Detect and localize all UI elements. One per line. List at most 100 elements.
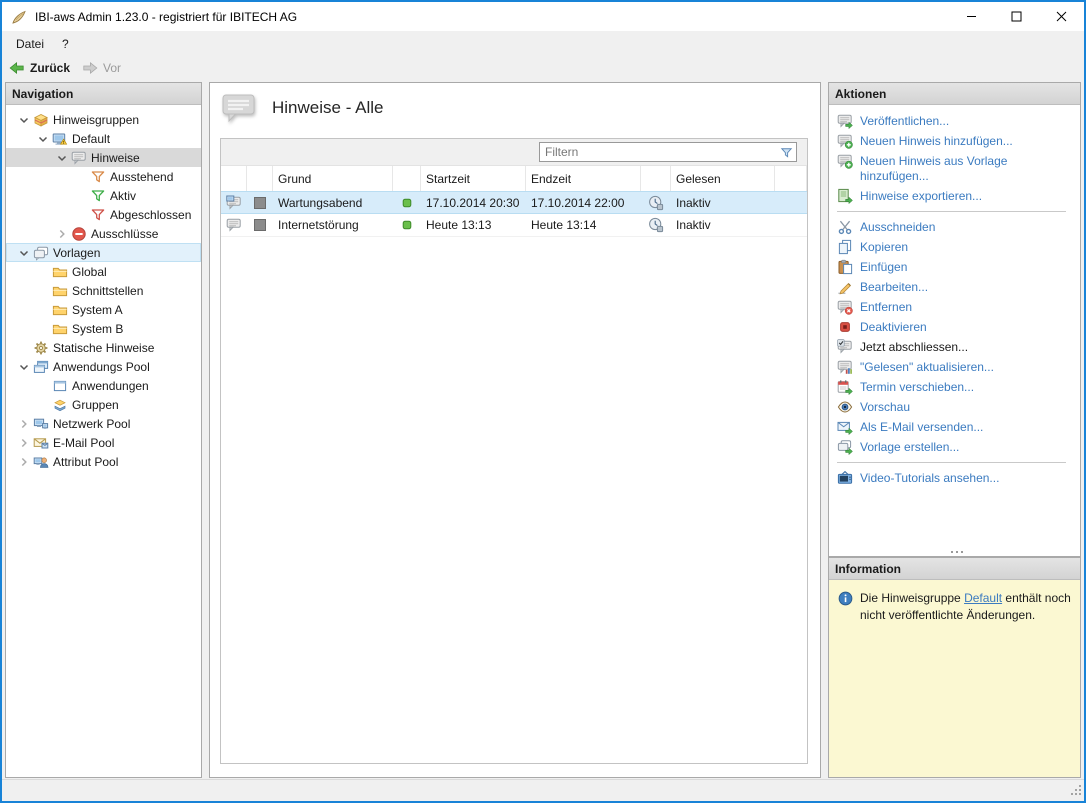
- tree-item-label: E-Mail Pool: [53, 436, 118, 450]
- action-label: Jetzt abschliessen...: [860, 340, 968, 355]
- tree-item-statische-hinweise[interactable]: Statische Hinweise: [6, 338, 201, 357]
- paste-icon: [837, 259, 853, 275]
- tree-item-netzwerk-pool[interactable]: Netzwerk Pool: [6, 414, 201, 433]
- chevron-down-icon: [16, 112, 32, 128]
- table-row[interactable]: Wartungsabend17.10.2014 20:3017.10.2014 …: [221, 191, 807, 214]
- column-header-grund[interactable]: Grund: [273, 166, 393, 191]
- action-veröffentlichen[interactable]: Veröffentlichen...: [837, 111, 1076, 131]
- column-header-startzeit[interactable]: Startzeit: [421, 166, 526, 191]
- deactivate-icon: [837, 319, 853, 335]
- tree-item-system-a[interactable]: System A: [6, 300, 201, 319]
- resize-grip-icon[interactable]: [1069, 783, 1082, 799]
- tree-item-hinweise[interactable]: Hinweise: [6, 148, 201, 167]
- action-entfernen[interactable]: Entfernen: [837, 297, 1076, 317]
- action-einfügen[interactable]: Einfügen: [837, 257, 1076, 277]
- tree-item-abgeschlossen[interactable]: Abgeschlossen: [6, 205, 201, 224]
- action-kopieren[interactable]: Kopieren: [837, 237, 1076, 257]
- panel-splitter-handle[interactable]: [837, 547, 1076, 556]
- tree-item-system-b[interactable]: System B: [6, 319, 201, 338]
- filter-input[interactable]: [540, 145, 778, 159]
- action-jetzt-abschliessen[interactable]: Jetzt abschliessen...: [837, 337, 1076, 357]
- close-button[interactable]: [1039, 2, 1084, 31]
- action-vorschau[interactable]: Vorschau: [837, 397, 1076, 417]
- tree-item-gruppen[interactable]: Gruppen: [6, 395, 201, 414]
- column-header-gelesen[interactable]: Gelesen: [671, 166, 775, 191]
- filter-field: [539, 142, 797, 162]
- page-title: Hinweise - Alle: [272, 98, 384, 118]
- action-hinweise-exportieren[interactable]: Hinweise exportieren...: [837, 186, 1076, 206]
- action-gelesen-aktualisieren[interactable]: "Gelesen" aktualisieren...: [837, 357, 1076, 377]
- tree-item-label: Anwendungs Pool: [53, 360, 154, 374]
- actions-separator: [837, 462, 1066, 463]
- tree-item-global[interactable]: Global: [6, 262, 201, 281]
- tree-item-default[interactable]: Default: [6, 129, 201, 148]
- video-icon: [837, 470, 853, 486]
- action-label: Veröffentlichen...: [860, 114, 949, 129]
- action-label: Vorschau: [860, 400, 910, 415]
- column-header-endzeit[interactable]: Endzeit: [526, 166, 641, 191]
- tree-item-label: Schnittstellen: [72, 284, 147, 298]
- information-body: Die Hinweisgruppe Default enthält noch n…: [829, 580, 1080, 777]
- action-deaktivieren[interactable]: Deaktivieren: [837, 317, 1076, 337]
- action-label: Als E-Mail versenden...: [860, 420, 983, 435]
- filter-funnel-icon[interactable]: [778, 144, 794, 160]
- tree-item-attribut-pool[interactable]: Attribut Pool: [6, 452, 201, 471]
- tree-item-ausschlüsse[interactable]: Ausschlüsse: [6, 224, 201, 243]
- column-header[interactable]: [641, 166, 671, 191]
- menu-help[interactable]: ?: [53, 34, 78, 54]
- table-row[interactable]: InternetstörungHeute 13:13Heute 13:14Ina…: [221, 214, 807, 237]
- action-vorlage-erstellen[interactable]: Vorlage erstellen...: [837, 437, 1076, 457]
- funnel-green-icon: [90, 188, 106, 204]
- tree-item-e-mail-pool[interactable]: E-Mail Pool: [6, 433, 201, 452]
- expander-spacer: [35, 283, 51, 299]
- folder-icon: [52, 283, 68, 299]
- action-bearbeiten[interactable]: Bearbeiten...: [837, 277, 1076, 297]
- chevron-down-icon: [35, 131, 51, 147]
- main-panel: Hinweise - Alle Grund StartzeitEndzeit Gel…: [209, 82, 821, 778]
- column-header[interactable]: [393, 166, 421, 191]
- action-neuen-hinweis-hinzufügen[interactable]: Neuen Hinweis hinzufügen...: [837, 131, 1076, 151]
- right-column: Aktionen Veröffentlichen...Neuen Hinweis…: [828, 82, 1081, 778]
- action-termin-verschieben[interactable]: Termin verschieben...: [837, 377, 1076, 397]
- window-icon: [52, 378, 68, 394]
- edit-icon: [837, 279, 853, 295]
- minimize-button[interactable]: [949, 2, 994, 31]
- send-mail-icon: [837, 419, 853, 435]
- tree-item-label: Attribut Pool: [53, 455, 122, 469]
- tree-item-label: System A: [72, 303, 127, 317]
- tree-item-anwendungs-pool[interactable]: Anwendungs Pool: [6, 357, 201, 376]
- tree-item-label: System B: [72, 322, 127, 336]
- speech-bubble-icon: [71, 150, 87, 166]
- bubble-plain-icon: [226, 217, 242, 233]
- action-ausschneiden[interactable]: Ausschneiden: [837, 217, 1076, 237]
- menu-datei[interactable]: Datei: [7, 34, 53, 54]
- action-video-tutorials-ansehen[interactable]: Video-Tutorials ansehen...: [837, 468, 1076, 488]
- tree-item-anwendungen[interactable]: Anwendungen: [6, 376, 201, 395]
- forward-button[interactable]: Vor: [82, 60, 121, 76]
- maximize-button[interactable]: [994, 2, 1039, 31]
- tree-item-vorlagen[interactable]: Vorlagen: [6, 243, 201, 262]
- content-area: Navigation HinweisgruppenDefaultHinweise…: [2, 80, 1084, 779]
- tree-item-label: Hinweise: [91, 151, 144, 165]
- action-label: Neuen Hinweis hinzufügen...: [860, 134, 1013, 149]
- column-header[interactable]: [221, 166, 247, 191]
- default-group-link[interactable]: Default: [964, 591, 1002, 605]
- table-header-row: Grund StartzeitEndzeit Gelesen: [221, 166, 807, 191]
- table-cell: Inaktiv: [671, 196, 775, 210]
- back-button[interactable]: Zurück: [9, 60, 70, 76]
- tree-item-schnittstellen[interactable]: Schnittstellen: [6, 281, 201, 300]
- action-label: Vorlage erstellen...: [860, 440, 959, 455]
- action-als-e-mail-versenden[interactable]: Als E-Mail versenden...: [837, 417, 1076, 437]
- update-read-icon: [837, 359, 853, 375]
- toolbar: Zurück Vor: [2, 56, 1084, 80]
- information-header: Information: [829, 558, 1080, 580]
- preview-icon: [837, 399, 853, 415]
- column-header[interactable]: [247, 166, 273, 191]
- network-icon: [33, 416, 49, 432]
- action-neuen-hinweis-aus-vorlage-hinzufügen[interactable]: Neuen Hinweis aus Vorlage hinzufügen...: [837, 151, 1076, 186]
- funnel-orange-icon: [90, 169, 106, 185]
- tree-item-hinweisgruppen[interactable]: Hinweisgruppen: [6, 110, 201, 129]
- action-label: Termin verschieben...: [860, 380, 974, 395]
- tree-item-aktiv[interactable]: Aktiv: [6, 186, 201, 205]
- tree-item-ausstehend[interactable]: Ausstehend: [6, 167, 201, 186]
